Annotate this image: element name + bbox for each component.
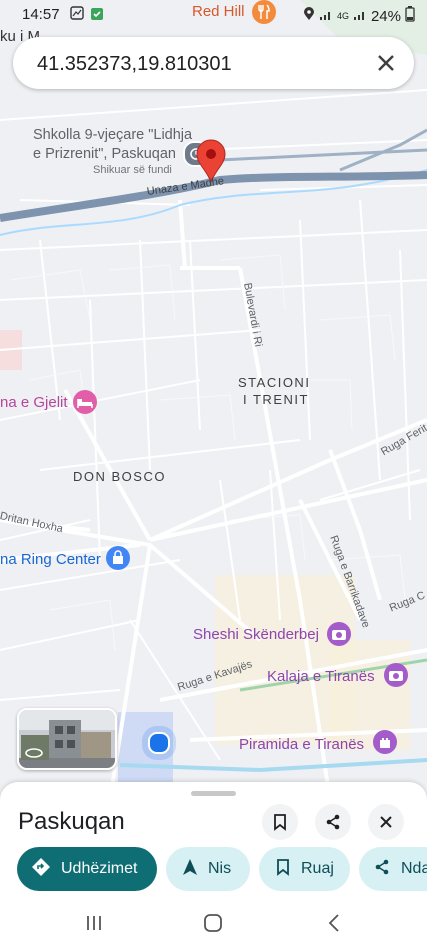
share-label: Nda	[401, 860, 427, 877]
close-icon	[378, 55, 394, 71]
street-view-thumbnail[interactable]	[17, 708, 117, 770]
my-location-dot[interactable]	[148, 732, 170, 754]
poi-school-status: Shikuar së fundi	[93, 164, 172, 176]
start-navigation-button[interactable]: Nis	[166, 847, 250, 891]
camera-icon[interactable]	[384, 663, 408, 687]
system-navigation-bar	[0, 896, 427, 950]
poi-ring-center-label[interactable]: na Ring Center	[0, 551, 101, 568]
save-place-button[interactable]: Ruaj	[259, 847, 350, 891]
location-status-icon	[303, 7, 315, 25]
hotel-bed-icon[interactable]	[73, 390, 97, 414]
check-notification-icon	[90, 7, 104, 25]
gallery-notification-icon	[70, 6, 84, 24]
share-icon	[373, 858, 401, 881]
directions-label: Udhëzimet	[61, 860, 138, 877]
sheet-drag-handle[interactable]	[191, 791, 236, 796]
battery-percent: 24%	[370, 7, 401, 25]
save-icon-button[interactable]	[262, 804, 298, 840]
signal-icon	[319, 8, 333, 25]
battery-icon	[405, 6, 415, 26]
share-place-button[interactable]: Nda	[359, 847, 427, 891]
poi-hotel-label[interactable]: na e Gjelit	[0, 394, 68, 411]
home-icon	[204, 914, 222, 932]
directions-icon	[31, 857, 61, 882]
district-stacioni-line1: STACIONI	[238, 375, 311, 390]
home-button[interactable]	[203, 913, 223, 938]
camera-icon[interactable]	[327, 622, 351, 646]
district-stacioni-line2: I TRENIT	[243, 392, 309, 407]
place-title: Paskuqan	[18, 808, 125, 835]
back-icon	[328, 914, 339, 932]
bookmark-icon	[275, 858, 301, 881]
district-don-bosco: DON BOSCO	[73, 469, 166, 484]
poi-school-label-line2[interactable]: e Prizrenit", Paskuqan	[33, 146, 176, 162]
360-view-icon	[25, 746, 43, 760]
share-icon	[326, 814, 340, 830]
close-icon	[380, 816, 392, 828]
close-sheet-button[interactable]	[368, 804, 404, 840]
clear-search-button[interactable]	[372, 49, 400, 77]
navigation-arrow-icon	[182, 858, 208, 881]
search-bar[interactable]	[13, 37, 414, 89]
poi-school-label-line1[interactable]: Shkolla 9-vjeçare "Lidhja	[33, 127, 192, 143]
network-type: 4G	[336, 11, 349, 21]
directions-button[interactable]: Udhëzimet	[17, 847, 157, 891]
back-button[interactable]	[325, 913, 345, 938]
start-label: Nis	[208, 860, 232, 877]
poi-skanderbeg-label[interactable]: Sheshi Skënderbej	[193, 626, 319, 643]
save-label: Ruaj	[301, 860, 334, 877]
landmark-icon[interactable]	[373, 730, 397, 754]
poi-kalaja-label[interactable]: Kalaja e Tiranës	[267, 668, 375, 685]
status-time: 14:57	[22, 6, 60, 23]
poi-piramida-label[interactable]: Piramida e Tiranës	[239, 736, 364, 753]
recents-icon	[87, 916, 101, 930]
share-icon-button[interactable]	[315, 804, 351, 840]
poi-red-hill-label[interactable]: Red Hill	[192, 3, 245, 20]
recent-apps-button[interactable]	[84, 913, 104, 938]
shopping-bag-icon[interactable]	[106, 546, 130, 570]
restaurant-icon[interactable]	[252, 0, 276, 24]
signal-icon-2	[353, 8, 367, 25]
search-input[interactable]	[35, 49, 359, 79]
bookmark-icon	[274, 814, 286, 831]
